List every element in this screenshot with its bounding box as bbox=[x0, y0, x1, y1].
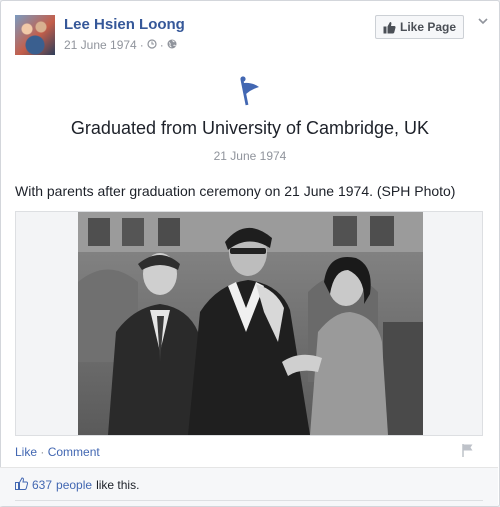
post-actions: Like · Comment bbox=[15, 445, 100, 459]
meta-separator: · bbox=[139, 38, 144, 52]
post-meta: 21 June 1974 · · bbox=[64, 38, 177, 52]
milestone-date: 21 June 1974 bbox=[213, 149, 287, 163]
like-link[interactable]: Like bbox=[15, 445, 37, 459]
flag-icon bbox=[234, 76, 266, 106]
likes-count[interactable]: 637 bbox=[32, 478, 52, 492]
likes-suffix: like this. bbox=[96, 478, 140, 492]
meta-separator-2: · bbox=[159, 38, 164, 52]
post-caption: With parents after graduation ceremony o… bbox=[15, 183, 456, 199]
clock-icon bbox=[147, 38, 157, 52]
chevron-down-icon[interactable] bbox=[478, 14, 488, 28]
divider bbox=[15, 500, 483, 501]
like-page-button[interactable]: Like Page bbox=[375, 15, 464, 39]
post-photo[interactable] bbox=[78, 212, 423, 435]
comment-link[interactable]: Comment bbox=[48, 445, 100, 459]
like-page-label: Like Page bbox=[399, 20, 457, 34]
milestone-title: Graduated from University of Cambridge, … bbox=[70, 118, 430, 138]
likes-people-link[interactable]: people bbox=[56, 478, 92, 492]
thumbs-up-icon-small bbox=[15, 477, 29, 493]
thumbs-up-icon bbox=[383, 21, 396, 34]
actions-separator: · bbox=[40, 445, 45, 459]
likes-summary: 637 people like this. bbox=[15, 477, 139, 493]
post-date[interactable]: 21 June 1974 bbox=[64, 38, 137, 52]
globe-icon[interactable] bbox=[167, 39, 177, 52]
page-name-link[interactable]: Lee Hsien Loong bbox=[64, 16, 185, 33]
page-avatar[interactable] bbox=[15, 15, 55, 55]
report-flag-icon[interactable] bbox=[461, 443, 475, 457]
